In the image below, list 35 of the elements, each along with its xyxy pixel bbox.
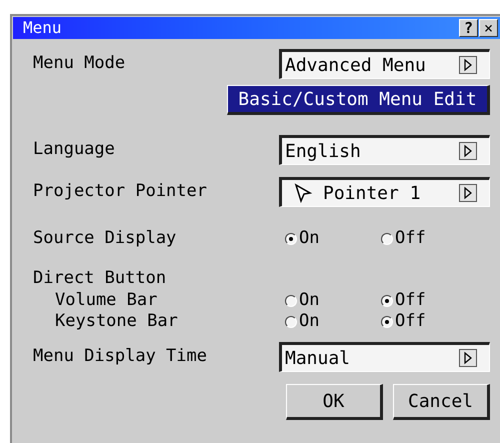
- setting-label: Volume Bar: [54, 292, 158, 309]
- radio-label: Off: [395, 310, 426, 333]
- setting-label: Keystone Bar: [54, 313, 178, 330]
- dropdown-field[interactable]: English: [279, 135, 490, 165]
- radio-button[interactable]: [285, 233, 297, 245]
- radio-button[interactable]: [381, 316, 393, 328]
- window-title: Menu: [23, 17, 62, 39]
- setting-label: Menu Display Time: [33, 345, 207, 368]
- radio-button[interactable]: [285, 294, 297, 306]
- dialog-button[interactable]: OK: [286, 384, 383, 420]
- dropdown-field[interactable]: Manual: [279, 342, 490, 372]
- radio-label: On: [299, 227, 320, 250]
- radio-label: Off: [395, 288, 426, 312]
- dropdown-value: Advanced Menu: [285, 54, 427, 78]
- dialog-button[interactable]: Cancel: [393, 384, 490, 420]
- radio-label: On: [299, 310, 320, 333]
- help-button[interactable]: ?: [459, 19, 478, 37]
- radio-label: On: [299, 288, 320, 312]
- dropdown-field[interactable]: Advanced Menu: [279, 49, 490, 79]
- radio-label: Off: [395, 227, 426, 250]
- radio-button[interactable]: [381, 294, 393, 306]
- radio-button[interactable]: [381, 233, 393, 245]
- radio-button[interactable]: [285, 316, 297, 328]
- setting-label: Projector Pointer: [33, 180, 207, 204]
- cursor-arrow-icon: [293, 183, 313, 203]
- menu-edit-button[interactable]: Basic/Custom Menu Edit: [227, 85, 490, 115]
- setting-label: Menu Mode: [33, 52, 126, 76]
- dropdown-value: Manual: [285, 346, 352, 370]
- dropdown-value: English: [285, 140, 362, 164]
- setting-label: Direct Button: [33, 267, 166, 290]
- close-button[interactable]: ×: [479, 19, 498, 37]
- dropdown-field[interactable]: Pointer 1: [279, 177, 490, 207]
- setting-label: Source Display: [33, 227, 176, 250]
- setting-label: Language: [33, 138, 115, 162]
- dropdown-value: Pointer 1: [323, 182, 422, 206]
